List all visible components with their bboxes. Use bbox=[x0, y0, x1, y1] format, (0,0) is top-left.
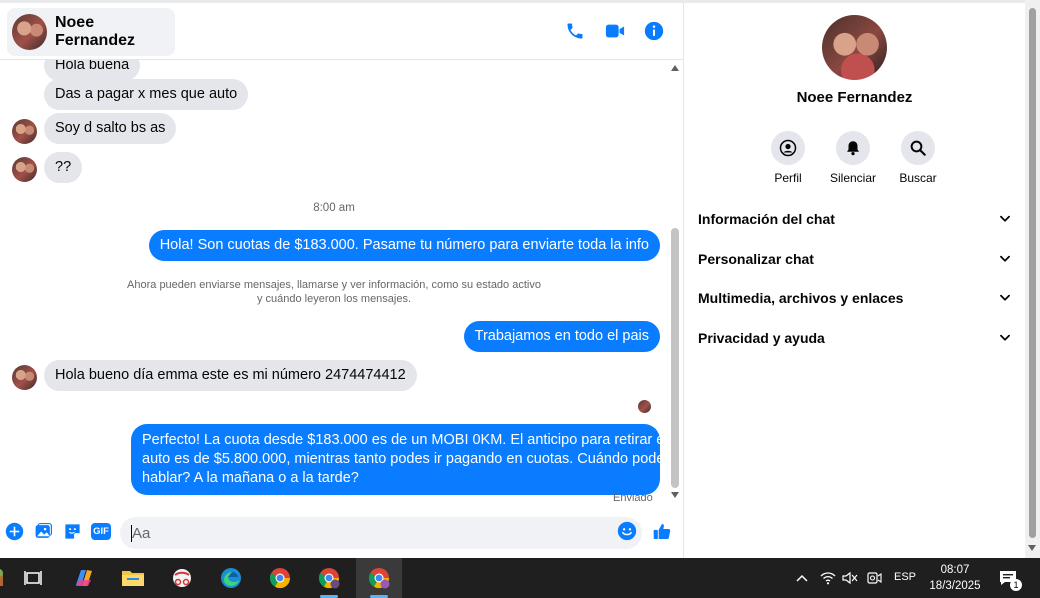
copilot-icon[interactable] bbox=[63, 558, 105, 598]
chrome-active-window-icon[interactable] bbox=[356, 558, 402, 598]
message-outgoing: Hola! Son cuotas de $183.000. Pasame tu … bbox=[148, 230, 660, 261]
chat-header: Noee Fernandez bbox=[0, 3, 683, 60]
sender-avatar bbox=[12, 157, 37, 182]
contact-avatar bbox=[12, 14, 47, 50]
message-incoming: ?? bbox=[44, 152, 83, 183]
message-line: auto es de $5.800.000, mientras tanto po… bbox=[142, 451, 668, 467]
section-title: Información del chat bbox=[698, 211, 835, 227]
message-input[interactable] bbox=[120, 517, 642, 549]
chevron-down-icon bbox=[1000, 294, 1010, 301]
video-call-icon[interactable] bbox=[603, 19, 627, 43]
sender-avatar bbox=[12, 365, 37, 390]
section-title: Privacidad y ayuda bbox=[698, 330, 825, 346]
notice-line: Ahora pueden enviarse mensajes, llamarse… bbox=[127, 279, 541, 291]
section-privacy-help[interactable]: Privacidad y ayuda bbox=[698, 327, 1012, 349]
chrome-profile-icon[interactable] bbox=[308, 558, 350, 598]
phone-icon[interactable] bbox=[563, 19, 587, 43]
message-outgoing: Perfecto! La cuota desde $183.000 es de … bbox=[131, 424, 668, 495]
section-title: Personalizar chat bbox=[698, 251, 814, 267]
sender-avatar bbox=[12, 119, 37, 144]
info-icon[interactable] bbox=[642, 19, 666, 43]
sent-status: Enviado bbox=[613, 492, 653, 504]
notice-line: y cuándo leyeron los mensajes. bbox=[256, 293, 412, 305]
plus-icon[interactable] bbox=[4, 521, 24, 541]
language-indicator[interactable]: ESP bbox=[894, 571, 916, 583]
message-list: Hola buena Das a pagar x mes que auto So… bbox=[0, 60, 668, 505]
chevron-down-icon bbox=[1000, 334, 1010, 341]
file-explorer-icon[interactable] bbox=[112, 558, 154, 598]
message-incoming: Das a pagar x mes que auto bbox=[44, 79, 249, 110]
chevron-up-icon[interactable] bbox=[792, 558, 812, 598]
search-button[interactable]: Buscar bbox=[888, 131, 948, 185]
sticker-icon[interactable] bbox=[62, 521, 82, 541]
scroll-up-arrow[interactable] bbox=[671, 65, 679, 71]
snipping-tool-icon[interactable] bbox=[161, 558, 203, 598]
action-label: Buscar bbox=[899, 171, 937, 185]
section-media-files[interactable]: Multimedia, archivos y enlaces bbox=[698, 287, 1012, 309]
scroll-down-arrow[interactable] bbox=[671, 492, 679, 498]
scroll-thumb[interactable] bbox=[1029, 8, 1036, 538]
wifi-icon[interactable] bbox=[818, 558, 838, 598]
chevron-down-icon bbox=[1000, 215, 1010, 222]
section-chat-info[interactable]: Información del chat bbox=[698, 208, 1012, 230]
message-timestamp: 8:00 am bbox=[313, 202, 355, 214]
connection-notice: Ahora pueden enviarse mensajes, llamarse… bbox=[0, 278, 668, 306]
photo-icon[interactable] bbox=[33, 521, 53, 541]
clock-time: 08:07 bbox=[940, 564, 970, 576]
message-line: Perfecto! La cuota desde $183.000 es de … bbox=[142, 432, 668, 448]
chat-panel: Noee Fernandez Hola buena Das a pagar x … bbox=[0, 3, 684, 558]
seen-indicator-avatar bbox=[638, 400, 651, 413]
widgets-icon[interactable] bbox=[0, 558, 12, 598]
details-panel: Noee Fernandez Perfil Silenciar Buscar I… bbox=[684, 3, 1025, 558]
action-label: Perfil bbox=[774, 171, 802, 185]
clock[interactable]: 08:07 18/3/2025 bbox=[924, 562, 986, 594]
contact-chip[interactable]: Noee Fernandez bbox=[7, 8, 175, 56]
clock-date: 18/3/2025 bbox=[929, 580, 981, 592]
message-incoming: Soy d salto bs as bbox=[44, 113, 177, 144]
scroll-thumb[interactable] bbox=[671, 228, 679, 488]
emoji-icon[interactable] bbox=[617, 521, 637, 541]
notification-center-icon[interactable]: 1 bbox=[994, 558, 1022, 598]
user-circle-icon bbox=[771, 131, 805, 165]
notification-badge: 1 bbox=[1010, 579, 1022, 591]
chat-scrollbar[interactable] bbox=[668, 60, 683, 505]
page-scrollbar[interactable] bbox=[1025, 0, 1040, 558]
profile-name: Noee Fernandez bbox=[796, 89, 913, 106]
section-customize-chat[interactable]: Personalizar chat bbox=[698, 248, 1012, 270]
profile-button[interactable]: Perfil bbox=[758, 131, 818, 185]
task-view-icon[interactable] bbox=[12, 558, 54, 598]
profile-avatar[interactable] bbox=[822, 15, 887, 80]
action-label: Silenciar bbox=[829, 171, 877, 185]
gif-label: GIF bbox=[91, 522, 111, 540]
gif-icon[interactable]: GIF bbox=[91, 521, 111, 541]
composer: GIF bbox=[0, 511, 683, 554]
chevron-down-icon bbox=[1000, 255, 1010, 262]
message-incoming: Hola buena bbox=[44, 60, 141, 81]
contact-name: Noee Fernandez bbox=[54, 14, 135, 49]
edge-browser-icon[interactable] bbox=[210, 558, 252, 598]
message-outgoing: Trabajamos en todo el pais bbox=[463, 321, 660, 352]
camera-status-icon[interactable] bbox=[864, 558, 884, 598]
taskbar: ESP 08:07 18/3/2025 1 bbox=[0, 558, 1040, 598]
section-title: Multimedia, archivos y enlaces bbox=[698, 290, 904, 306]
bell-icon bbox=[836, 131, 870, 165]
message-incoming: Hola bueno día emma este es mi número 24… bbox=[44, 360, 417, 391]
scroll-down-arrow[interactable] bbox=[1028, 545, 1036, 551]
thumbs-up-icon[interactable] bbox=[652, 521, 672, 541]
message-line: hablar? A la mañana o a la tarde? bbox=[142, 470, 359, 486]
search-icon bbox=[901, 131, 935, 165]
chrome-icon[interactable] bbox=[259, 558, 301, 598]
mute-button[interactable]: Silenciar bbox=[823, 131, 883, 185]
text-caret bbox=[131, 525, 132, 542]
volume-muted-icon[interactable] bbox=[840, 558, 860, 598]
